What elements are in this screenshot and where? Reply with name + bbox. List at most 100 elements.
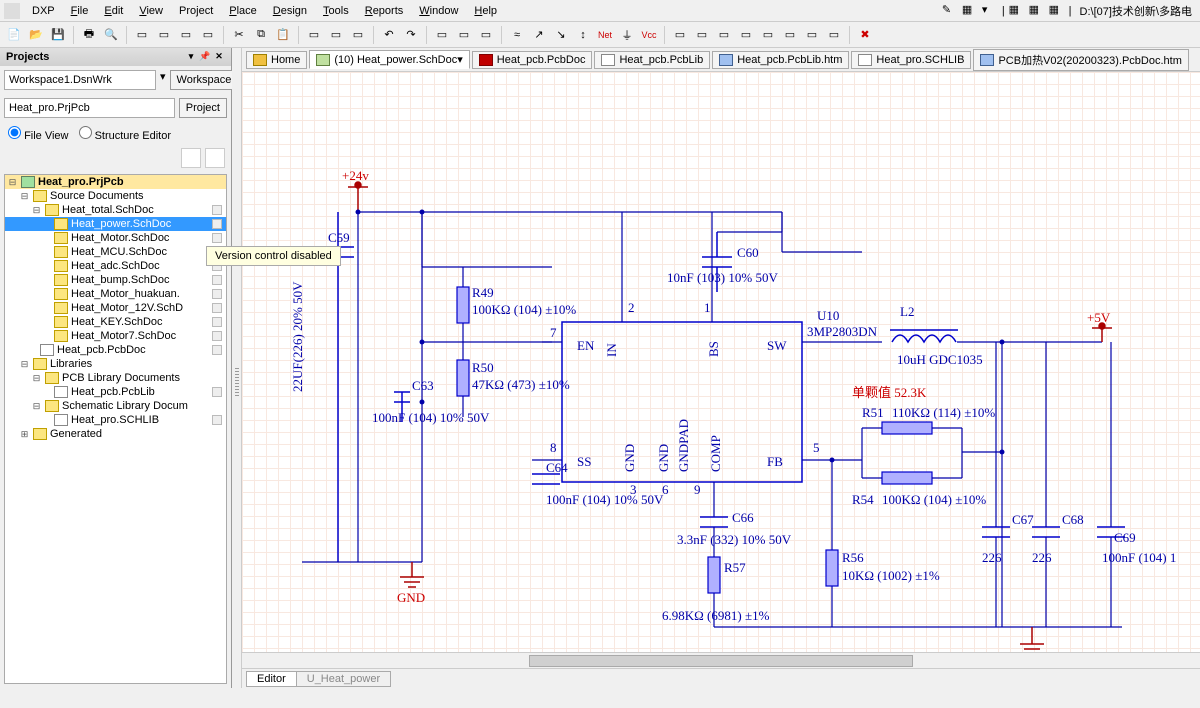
tb-btn-5[interactable]: ▭ bbox=[304, 25, 324, 45]
tb-btn-b7[interactable]: ▭ bbox=[802, 25, 822, 45]
svg-text:1: 1 bbox=[704, 300, 711, 315]
workspace-input[interactable] bbox=[4, 70, 156, 90]
tb-btn-m2[interactable]: ▭ bbox=[454, 25, 474, 45]
tab-uheatpower[interactable]: U_Heat_power bbox=[296, 671, 391, 687]
menu-edit[interactable]: Edit bbox=[96, 3, 131, 19]
tb-btn-b5[interactable]: ▭ bbox=[758, 25, 778, 45]
redo-button[interactable]: ↷ bbox=[401, 25, 421, 45]
tree-pcb[interactable]: Heat_pcb.PcbDoc bbox=[5, 343, 226, 357]
layers-icon[interactable]: ▦ bbox=[962, 3, 978, 19]
tab-heat-pcb[interactable]: Heat_pcb.PcbDoc bbox=[472, 51, 593, 69]
tab-home[interactable]: Home bbox=[246, 51, 307, 69]
grid3-icon[interactable]: ▦ bbox=[1049, 3, 1065, 19]
tree-schlib[interactable]: Heat_pro.SCHLIB bbox=[5, 413, 226, 427]
print-button[interactable]: 🖶 bbox=[79, 25, 99, 45]
tree-doc-4[interactable]: Heat_bump.SchDoc bbox=[5, 273, 226, 287]
tb-net[interactable]: Net bbox=[595, 25, 615, 45]
tb-cancel-button[interactable]: ✖ bbox=[855, 25, 875, 45]
project-input[interactable] bbox=[4, 98, 175, 118]
dropdown-icon[interactable]: ▾ bbox=[982, 3, 998, 19]
project-button[interactable]: Project bbox=[179, 98, 227, 118]
tb-btn-m3[interactable]: ▭ bbox=[476, 25, 496, 45]
tree-doc-0[interactable]: Heat_power.SchDoc bbox=[5, 217, 226, 231]
tb-btn-m1[interactable]: ▭ bbox=[432, 25, 452, 45]
menu-window[interactable]: Window bbox=[411, 3, 466, 19]
panel-menu-icon[interactable]: ▾ bbox=[185, 51, 197, 63]
chevron-down-icon[interactable]: ▾ bbox=[457, 53, 463, 66]
schematic-canvas[interactable]: +24v C59 22UF(226) 20% 50V GND bbox=[242, 72, 1200, 652]
tree-doc-8[interactable]: Heat_Motor7.SchDoc bbox=[5, 329, 226, 343]
tb-btn-2[interactable]: ▭ bbox=[154, 25, 174, 45]
menu-place[interactable]: Place bbox=[221, 3, 265, 19]
structure-editor-radio[interactable]: Structure Editor bbox=[79, 126, 171, 142]
file-view-radio[interactable]: File View bbox=[8, 126, 69, 142]
tb-btn-3[interactable]: ▭ bbox=[176, 25, 196, 45]
cut-button[interactable]: ✂ bbox=[229, 25, 249, 45]
tb-btn-1[interactable]: ▭ bbox=[132, 25, 152, 45]
tree-pcblibf[interactable]: ⊟PCB Library Documents bbox=[5, 371, 226, 385]
panel-resizer[interactable] bbox=[232, 48, 242, 688]
menu-design[interactable]: Design bbox=[265, 3, 315, 19]
tb-btn-b1[interactable]: ▭ bbox=[670, 25, 690, 45]
tb-btn-4[interactable]: ▭ bbox=[198, 25, 218, 45]
tree-doc-6[interactable]: Heat_Motor_12V.SchD bbox=[5, 301, 226, 315]
tb-btn-7[interactable]: ▭ bbox=[348, 25, 368, 45]
tree-doc-3[interactable]: Heat_adc.SchDoc bbox=[5, 259, 226, 273]
copy-button[interactable]: ⧉ bbox=[251, 25, 271, 45]
tree-doc-5[interactable]: Heat_Motor_huakuan. bbox=[5, 287, 226, 301]
panel-tool-1[interactable] bbox=[181, 148, 201, 168]
project-tree[interactable]: ⊟Heat_pro.PrjPcb ⊟Source Documents ⊟Heat… bbox=[4, 174, 227, 684]
menu-view[interactable]: View bbox=[131, 3, 171, 19]
grid1-icon[interactable]: ▦ bbox=[1009, 3, 1025, 19]
menu-file[interactable]: File bbox=[63, 3, 97, 19]
menu-help[interactable]: Help bbox=[466, 3, 505, 19]
tab-pcb-heat-v02[interactable]: PCB加热V02(20200323).PcbDoc.htm bbox=[973, 49, 1188, 71]
save-button[interactable]: 💾 bbox=[48, 25, 68, 45]
paste-button[interactable]: 📋 bbox=[273, 25, 293, 45]
tb-btn-a3[interactable]: ↘ bbox=[551, 25, 571, 45]
tab-heat-pcblib[interactable]: Heat_pcb.PcbLib bbox=[594, 51, 710, 69]
tb-btn-a4[interactable]: ↕ bbox=[573, 25, 593, 45]
horizontal-scrollbar[interactable] bbox=[242, 652, 1200, 668]
tb-btn-a5[interactable]: ⏚ bbox=[617, 25, 637, 45]
tree-doc-2[interactable]: Heat_MCU.SchDoc bbox=[5, 245, 226, 259]
preview-button[interactable]: 🔍 bbox=[101, 25, 121, 45]
workspace-button[interactable]: Workspace bbox=[170, 70, 239, 90]
tab-heat-schlib[interactable]: Heat_pro.SCHLIB bbox=[851, 51, 971, 69]
tree-root[interactable]: ⊟Heat_pro.PrjPcb bbox=[5, 175, 226, 189]
tree-libs[interactable]: ⊟Libraries bbox=[5, 357, 226, 371]
tree-src[interactable]: ⊟Source Documents bbox=[5, 189, 226, 203]
panel-close-icon[interactable]: ✕ bbox=[213, 51, 225, 63]
open-button[interactable]: 📂 bbox=[26, 25, 46, 45]
menu-tools[interactable]: Tools bbox=[315, 3, 357, 19]
workspace-dropdown-icon[interactable]: ▾ bbox=[160, 70, 166, 90]
tb-btn-b8[interactable]: ▭ bbox=[824, 25, 844, 45]
menu-dxp[interactable]: DXP bbox=[24, 3, 63, 19]
panel-tool-2[interactable] bbox=[205, 148, 225, 168]
tree-doc-1[interactable]: Heat_Motor.SchDoc bbox=[5, 231, 226, 245]
tab-heat-pcblib-htm[interactable]: Heat_pcb.PcbLib.htm bbox=[712, 51, 849, 69]
new-button[interactable]: 📄 bbox=[4, 25, 24, 45]
grid2-icon[interactable]: ▦ bbox=[1029, 3, 1045, 19]
tb-btn-b4[interactable]: ▭ bbox=[736, 25, 756, 45]
tb-btn-b2[interactable]: ▭ bbox=[692, 25, 712, 45]
menu-project[interactable]: Project bbox=[171, 3, 221, 19]
tree-doc-7[interactable]: Heat_KEY.SchDoc bbox=[5, 315, 226, 329]
tab-editor[interactable]: Editor bbox=[246, 671, 297, 687]
tree-schlibf[interactable]: ⊟Schematic Library Docum bbox=[5, 399, 226, 413]
tb-btn-b6[interactable]: ▭ bbox=[780, 25, 800, 45]
svg-text:100nF (104) 10% 50V: 100nF (104) 10% 50V bbox=[546, 492, 664, 507]
tree-pcblib[interactable]: Heat_pcb.PcbLib bbox=[5, 385, 226, 399]
tb-btn-a1[interactable]: ≈ bbox=[507, 25, 527, 45]
undo-button[interactable]: ↶ bbox=[379, 25, 399, 45]
wand-icon[interactable]: ✎ bbox=[942, 3, 958, 19]
panel-pin-icon[interactable]: 📌 bbox=[199, 51, 211, 63]
tb-vcc[interactable]: Vcc bbox=[639, 25, 659, 45]
menu-reports[interactable]: Reports bbox=[357, 3, 412, 19]
tree-total[interactable]: ⊟Heat_total.SchDoc bbox=[5, 203, 226, 217]
tree-gen[interactable]: ⊞Generated bbox=[5, 427, 226, 441]
tb-btn-6[interactable]: ▭ bbox=[326, 25, 346, 45]
tab-heat-power[interactable]: (10) Heat_power.SchDoc ▾ bbox=[309, 50, 469, 69]
tb-btn-b3[interactable]: ▭ bbox=[714, 25, 734, 45]
tb-btn-a2[interactable]: ↗ bbox=[529, 25, 549, 45]
